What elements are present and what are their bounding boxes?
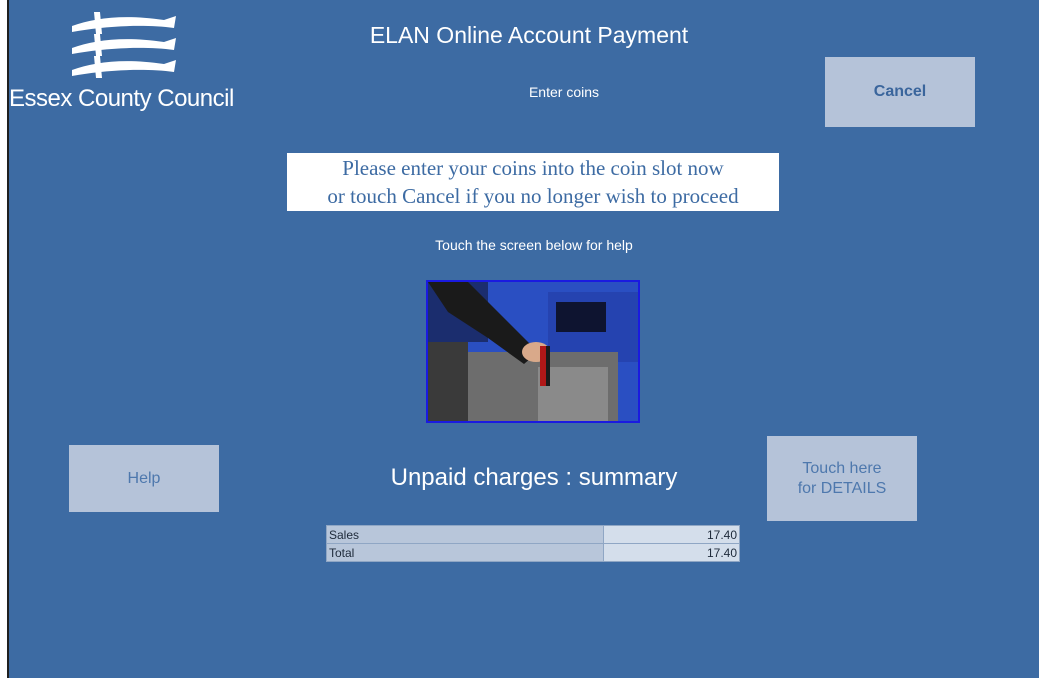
three-seaxes-logo-icon — [72, 12, 176, 78]
coin-slot-photo-icon — [428, 282, 638, 421]
help-note: Touch the screen below for help — [435, 237, 633, 253]
instruction-line-2: or touch Cancel if you no longer wish to… — [327, 184, 739, 208]
council-name: Essex County Council — [9, 85, 234, 112]
details-button-line-1: Touch here — [802, 459, 882, 477]
details-button-line-2: for DETAILS — [797, 479, 887, 497]
charges-table: Sales 17.40 Total 17.40 — [326, 525, 740, 562]
charge-label: Sales — [326, 525, 604, 544]
coin-slot-help-image[interactable] — [426, 280, 640, 423]
table-row: Sales 17.40 — [326, 525, 740, 544]
charge-label: Total — [326, 543, 604, 562]
summary-title: Unpaid charges : summary — [390, 464, 678, 491]
table-row: Total 17.40 — [326, 543, 740, 562]
details-button[interactable]: Touch here for DETAILS — [767, 436, 917, 521]
instruction-box: Please enter your coins into the coin sl… — [287, 153, 779, 211]
cancel-button[interactable]: Cancel — [825, 57, 975, 127]
screen-subtitle: Enter coins — [528, 84, 600, 100]
charge-value: 17.40 — [603, 525, 740, 544]
charge-value: 17.40 — [603, 543, 740, 562]
kiosk-screen: Essex County Council ELAN Online Account… — [7, 0, 1039, 678]
instruction-line-1: Please enter your coins into the coin sl… — [342, 156, 724, 180]
help-button[interactable]: Help — [69, 445, 219, 512]
app-title: ELAN Online Account Payment — [369, 22, 689, 48]
